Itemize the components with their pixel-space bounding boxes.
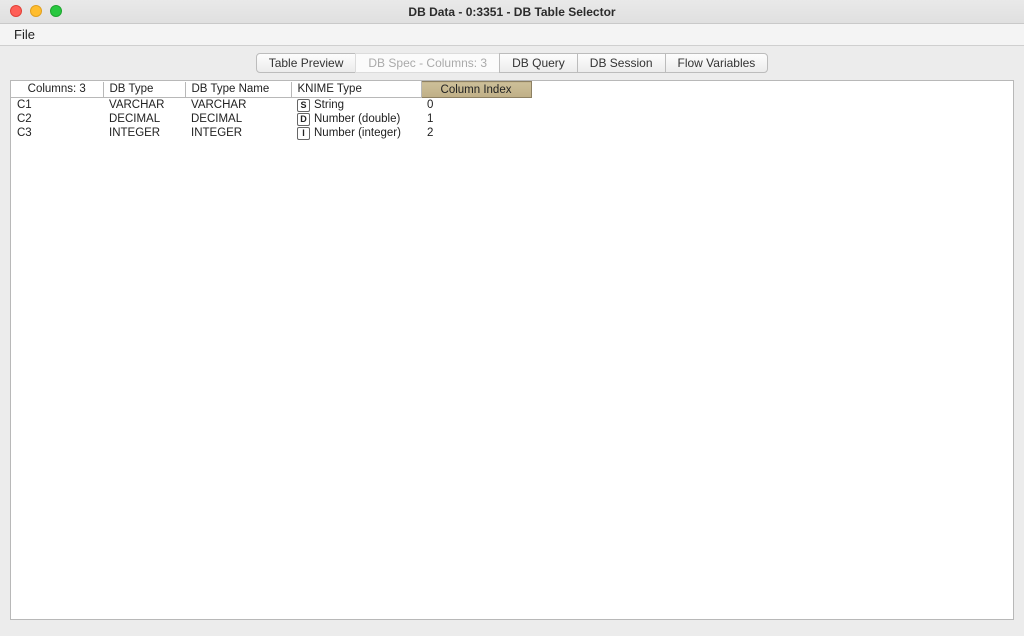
table-row[interactable]: C2 DECIMAL DECIMAL D Number (double) 1 <box>11 112 531 126</box>
tab-db-session[interactable]: DB Session <box>577 53 666 73</box>
table-header-row: Columns: 3 DB Type DB Type Name KNIME Ty… <box>11 82 531 98</box>
minimize-icon[interactable] <box>30 5 42 17</box>
cell-column-index: 1 <box>421 112 531 126</box>
menu-file[interactable]: File <box>8 25 41 44</box>
table-row[interactable]: C1 VARCHAR VARCHAR S String 0 <box>11 98 531 113</box>
cell-db-type-name: INTEGER <box>185 126 291 140</box>
maximize-icon[interactable] <box>50 5 62 17</box>
window-title: DB Data - 0:3351 - DB Table Selector <box>408 5 615 19</box>
column-header-column-index[interactable]: Column Index <box>421 82 531 98</box>
spec-table-body: C1 VARCHAR VARCHAR S String 0 C2 DECIMAL… <box>11 98 531 141</box>
column-header-rowcount[interactable]: Columns: 3 <box>11 82 103 98</box>
cell-db-type: DECIMAL <box>103 112 185 126</box>
menubar: File <box>0 24 1024 46</box>
table-row[interactable]: C3 INTEGER INTEGER I Number (integer) 2 <box>11 126 531 140</box>
close-icon[interactable] <box>10 5 22 17</box>
cell-db-type: VARCHAR <box>103 98 185 113</box>
cell-column-index: 2 <box>421 126 531 140</box>
integer-type-icon: I <box>297 127 310 140</box>
tabstrip: Table Preview DB Spec - Columns: 3 DB Qu… <box>0 50 1024 76</box>
tab-group: Table Preview DB Spec - Columns: 3 DB Qu… <box>256 53 769 73</box>
row-name: C3 <box>11 126 103 140</box>
spec-table: Columns: 3 DB Type DB Type Name KNIME Ty… <box>11 81 532 140</box>
cell-column-index: 0 <box>421 98 531 113</box>
cell-knime-type: I Number (integer) <box>291 126 421 140</box>
cell-knime-type: S String <box>291 98 421 112</box>
knime-type-label: String <box>314 99 344 111</box>
double-type-icon: D <box>297 113 310 126</box>
window-controls <box>10 5 62 17</box>
column-header-db-type[interactable]: DB Type <box>103 82 185 98</box>
string-type-icon: S <box>297 99 310 112</box>
table-panel: Columns: 3 DB Type DB Type Name KNIME Ty… <box>10 80 1014 620</box>
cell-db-type-name: VARCHAR <box>185 98 291 113</box>
tab-db-spec[interactable]: DB Spec - Columns: 3 <box>355 53 500 73</box>
cell-db-type-name: DECIMAL <box>185 112 291 126</box>
row-name: C1 <box>11 98 103 113</box>
tab-db-query[interactable]: DB Query <box>499 53 578 73</box>
titlebar: DB Data - 0:3351 - DB Table Selector <box>0 0 1024 24</box>
row-name: C2 <box>11 112 103 126</box>
column-header-knime-type[interactable]: KNIME Type <box>291 82 421 98</box>
tab-flow-variables[interactable]: Flow Variables <box>665 53 769 73</box>
column-header-db-type-name[interactable]: DB Type Name <box>185 82 291 98</box>
knime-type-label: Number (integer) <box>314 127 401 139</box>
knime-type-label: Number (double) <box>314 113 400 125</box>
tab-table-preview[interactable]: Table Preview <box>256 53 357 73</box>
cell-db-type: INTEGER <box>103 126 185 140</box>
cell-knime-type: D Number (double) <box>291 112 421 126</box>
